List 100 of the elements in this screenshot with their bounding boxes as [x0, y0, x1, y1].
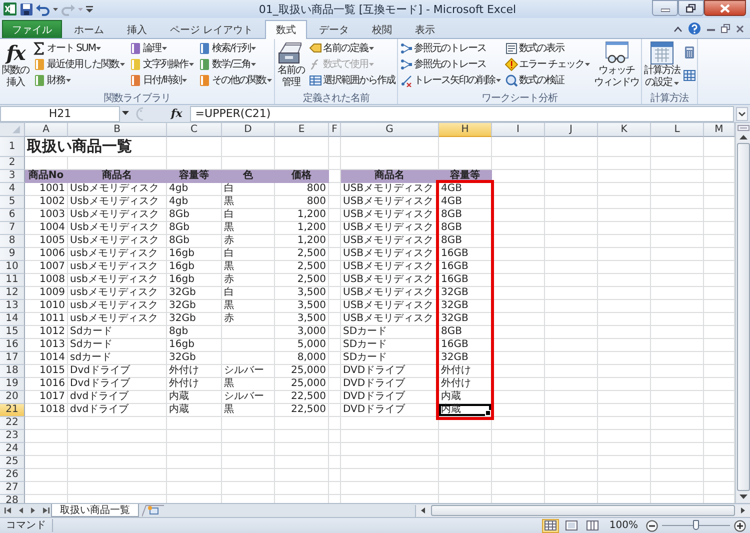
scroll-down-icon[interactable]	[738, 494, 748, 500]
ribbon-tab[interactable]: ホーム	[63, 20, 115, 38]
ribbon-button[interactable]: 選択範囲から作成	[308, 72, 396, 88]
ribbon-button[interactable]: 数学/三角	[197, 56, 273, 72]
row-header[interactable]: 8	[0, 235, 25, 248]
row-header[interactable]: 10	[0, 261, 25, 274]
row-header[interactable]: 17	[0, 352, 25, 365]
row-header[interactable]: 9	[0, 248, 25, 261]
row-header[interactable]: 7	[0, 222, 25, 235]
ribbon-tab[interactable]: ページ レイアウト	[159, 20, 264, 38]
restore-button[interactable]	[678, 0, 704, 16]
row-header[interactable]: 3	[0, 170, 25, 183]
row-header[interactable]: 2	[0, 157, 25, 170]
row-header[interactable]: 25	[0, 456, 25, 469]
column-header[interactable]: J	[545, 123, 598, 137]
table-icon[interactable]	[683, 69, 696, 82]
dropdown-icon[interactable]	[122, 111, 129, 116]
ribbon-button[interactable]: 文字列操作	[128, 56, 195, 72]
ribbon-button[interactable]: 数式の表示	[504, 40, 592, 56]
ribbon-tab[interactable]: 表示	[404, 20, 446, 38]
scroll-left-icon[interactable]	[420, 507, 426, 514]
ribbon-button[interactable]: 計算方法 の設定	[643, 40, 682, 90]
ribbon-button[interactable]: 名前の定義	[308, 40, 396, 56]
next-sheet-icon[interactable]	[30, 507, 36, 514]
row-header[interactable]: 14	[0, 313, 25, 326]
column-header[interactable]: I	[492, 123, 545, 137]
ribbon-button[interactable]: 名前の 管理	[276, 40, 306, 90]
first-sheet-icon[interactable]	[4, 507, 12, 514]
column-header[interactable]: G	[341, 123, 439, 137]
close-button[interactable]	[704, 0, 746, 16]
undo-icon[interactable]	[36, 2, 50, 16]
insert-function-button[interactable]: fx	[147, 107, 188, 120]
ribbon-button[interactable]: 参照先のトレース	[399, 56, 502, 72]
column-header[interactable]: K	[598, 123, 651, 137]
restore-icon[interactable]	[721, 24, 730, 33]
ribbon-button[interactable]: トレース矢印の削除	[399, 72, 502, 88]
row-header[interactable]: 18	[0, 365, 25, 378]
row-header[interactable]: 1	[0, 137, 25, 157]
row-header[interactable]: 28	[0, 495, 25, 503]
ribbon-button[interactable]: 最近使用した関数	[32, 56, 126, 72]
column-header[interactable]: F	[329, 123, 341, 137]
view-button[interactable]	[542, 518, 560, 532]
ribbon-button[interactable]: オート SUM	[32, 40, 126, 56]
minimize-button[interactable]	[652, 0, 678, 16]
row-header[interactable]: 16	[0, 339, 25, 352]
ribbon-button[interactable]: エラー チェック	[504, 56, 592, 72]
column-header[interactable]: B	[68, 123, 167, 137]
zoom-out-icon[interactable]	[646, 520, 658, 532]
spreadsheet-logo-icon[interactable]	[3, 2, 17, 16]
previous-sheet-icon[interactable]	[18, 507, 24, 514]
ribbon-tab[interactable]: 挿入	[116, 20, 158, 38]
formula-field[interactable]: =UPPER(C21)	[190, 106, 734, 122]
view-button[interactable]	[563, 518, 580, 532]
ribbon-button[interactable]: 検索/行列	[197, 40, 273, 56]
row-header[interactable]: 23	[0, 430, 25, 443]
ribbon-button[interactable]: 参照元のトレース	[399, 40, 502, 56]
zoom-level[interactable]: 100%	[605, 520, 642, 531]
calculator-icon[interactable]	[683, 46, 696, 59]
ribbon-button[interactable]: 日付/時刻	[128, 72, 195, 88]
expand-icon[interactable]	[736, 106, 748, 120]
ribbon-button[interactable]: ウォッチ ウィンドウ	[593, 40, 640, 90]
ribbon-button[interactable]: 論理	[128, 40, 195, 56]
close-icon[interactable]	[736, 24, 744, 32]
row-header[interactable]: 27	[0, 482, 25, 495]
customize-icon[interactable]	[86, 5, 93, 13]
ribbon-tab[interactable]: データ	[308, 20, 360, 38]
row-header[interactable]: 19	[0, 378, 25, 391]
last-sheet-icon[interactable]	[42, 507, 50, 514]
row-header[interactable]: 4	[0, 183, 25, 196]
ribbon-button[interactable]: 財務	[32, 72, 126, 88]
row-header[interactable]: 22	[0, 417, 25, 430]
column-header[interactable]: M	[704, 123, 735, 137]
ribbon-button[interactable]: fx 関数の 挿入	[1, 40, 30, 90]
help-icon[interactable]	[688, 22, 701, 35]
column-header[interactable]: C	[167, 123, 222, 137]
row-header[interactable]: 20	[0, 391, 25, 404]
vertical-scrollbar[interactable]	[735, 123, 750, 503]
ribbon-tab[interactable]: 校閲	[361, 20, 404, 38]
ribbon-button[interactable]: 数式の検証	[504, 72, 592, 88]
scroll-thumb[interactable]	[431, 505, 735, 516]
row-header[interactable]: 15	[0, 326, 25, 339]
horizontal-scrollbar[interactable]	[415, 504, 750, 516]
scroll-up-icon[interactable]	[738, 134, 748, 140]
zoom-in-icon[interactable]	[734, 520, 746, 532]
row-header[interactable]: 13	[0, 300, 25, 313]
column-header[interactable]: H	[439, 123, 492, 137]
scroll-right-icon[interactable]	[740, 507, 746, 514]
column-header[interactable]: A	[25, 123, 68, 137]
column-header[interactable]: D	[222, 123, 275, 137]
row-header[interactable]: 5	[0, 196, 25, 209]
view-button[interactable]	[584, 518, 602, 532]
slider-thumb[interactable]	[693, 520, 699, 530]
scroll-thumb[interactable]	[736, 143, 750, 491]
row-header[interactable]: 6	[0, 209, 25, 222]
ribbon-button[interactable]: その他の関数	[197, 72, 273, 88]
file-tab[interactable]: ファイル	[2, 20, 62, 38]
ribbon-tab[interactable]: 数式	[265, 20, 308, 39]
row-header[interactable]: 24	[0, 443, 25, 456]
row-header[interactable]: 26	[0, 469, 25, 482]
collapse-icon[interactable]	[674, 26, 682, 32]
